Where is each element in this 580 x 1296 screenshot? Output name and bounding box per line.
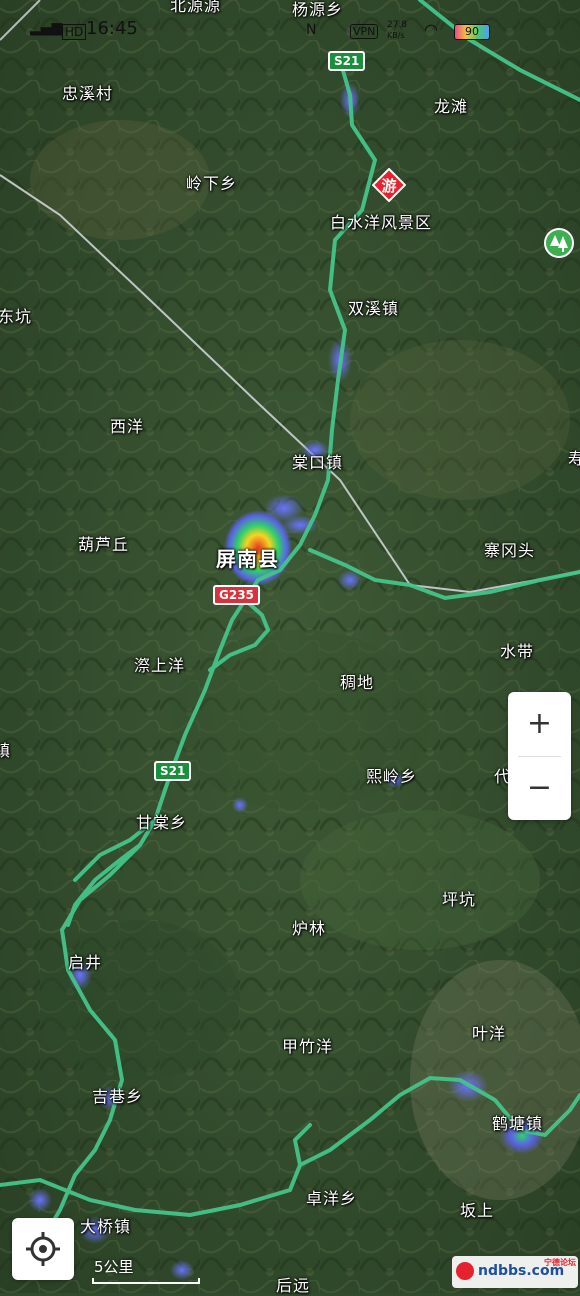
road-shield-s21-mid: S21 <box>154 761 192 781</box>
road-shield-g235: G235 <box>213 585 260 605</box>
signal-icon: ▂▄▆ <box>30 20 63 36</box>
hd-icon: HD <box>62 24 87 40</box>
label-tangkou[interactable]: 棠口镇 <box>292 449 343 473</box>
locate-icon <box>26 1232 60 1266</box>
net-unit: KB/s <box>387 31 405 40</box>
label-xiling[interactable]: 熙岭乡 <box>366 763 417 787</box>
label-banshang[interactable]: 坂上 <box>460 1197 494 1221</box>
status-bar: ▂▄▆ HD 16:45 N VPN 27.8 KB/s ◠ 90 <box>0 0 580 48</box>
label-baishuiyang[interactable]: 白水洋风景区 <box>330 209 432 233</box>
battery-icon: 90 <box>454 24 490 40</box>
label-zhen[interactable]: 镇 <box>0 737 11 761</box>
svg-text:游: 游 <box>381 177 396 195</box>
label-qijing[interactable]: 启井 <box>68 949 102 973</box>
scenic-spot-icon[interactable]: 游 <box>372 168 406 202</box>
label-shou[interactable]: 寿 <box>568 445 580 469</box>
road-shield-s21-top: S21 <box>328 51 366 71</box>
watermark-sub: 宁德论坛 <box>544 1258 576 1267</box>
zoom-in-button[interactable]: + <box>508 692 571 755</box>
label-pingkeng[interactable]: 坪坑 <box>442 886 476 910</box>
locate-button[interactable] <box>12 1218 74 1280</box>
label-dongkeng[interactable]: 东坑 <box>0 303 32 327</box>
label-hetang[interactable]: 鹤塘镇 <box>492 1110 543 1134</box>
net-speed: 27.8 <box>387 20 408 30</box>
label-daqiao[interactable]: 大桥镇 <box>80 1213 131 1237</box>
label-hulu[interactable]: 葫芦丘 <box>78 531 129 555</box>
nfc-icon: N <box>306 22 317 38</box>
label-lingxia[interactable]: 岭下乡 <box>186 170 237 194</box>
label-saigangtou[interactable]: 寨冈头 <box>484 537 535 561</box>
label-shuangxi[interactable]: 双溪镇 <box>348 295 399 319</box>
label-gantang[interactable]: 甘棠乡 <box>136 809 187 833</box>
wifi-icon: ◠ <box>424 20 438 39</box>
label-lulin[interactable]: 炉林 <box>292 915 326 939</box>
label-zhongxicun[interactable]: 忠溪村 <box>62 80 113 104</box>
label-pingnan-county[interactable]: 屏南县 <box>216 543 279 572</box>
label-jiangshangyang[interactable]: 漈上洋 <box>134 652 185 676</box>
status-time: 16:45 <box>86 18 138 39</box>
vpn-badge: VPN <box>350 24 379 39</box>
zoom-out-button[interactable]: − <box>508 756 571 819</box>
label-houyuan[interactable]: 后远 <box>276 1272 310 1296</box>
map-canvas[interactable] <box>0 0 580 1293</box>
forum-watermark: ndbbs.com 宁德论坛 <box>452 1256 578 1288</box>
park-tree-icon[interactable] <box>544 228 574 258</box>
label-zhuoyang[interactable]: 卓洋乡 <box>306 1185 357 1209</box>
watermark-logo-icon <box>456 1262 474 1280</box>
label-yeyang[interactable]: 叶洋 <box>472 1020 506 1044</box>
zoom-controls: + − <box>508 692 571 820</box>
label-shuidai[interactable]: 水带 <box>500 638 534 662</box>
label-qidi[interactable]: 稠地 <box>340 669 374 693</box>
label-jiazhuyang[interactable]: 甲竹洋 <box>282 1033 333 1057</box>
scale-label: 5公里 <box>94 1258 134 1276</box>
label-xiyang[interactable]: 西洋 <box>110 413 144 437</box>
label-jixiang[interactable]: 吉巷乡 <box>92 1083 143 1107</box>
scale-bar <box>92 1278 200 1284</box>
label-longtan[interactable]: 龙滩 <box>434 93 468 117</box>
